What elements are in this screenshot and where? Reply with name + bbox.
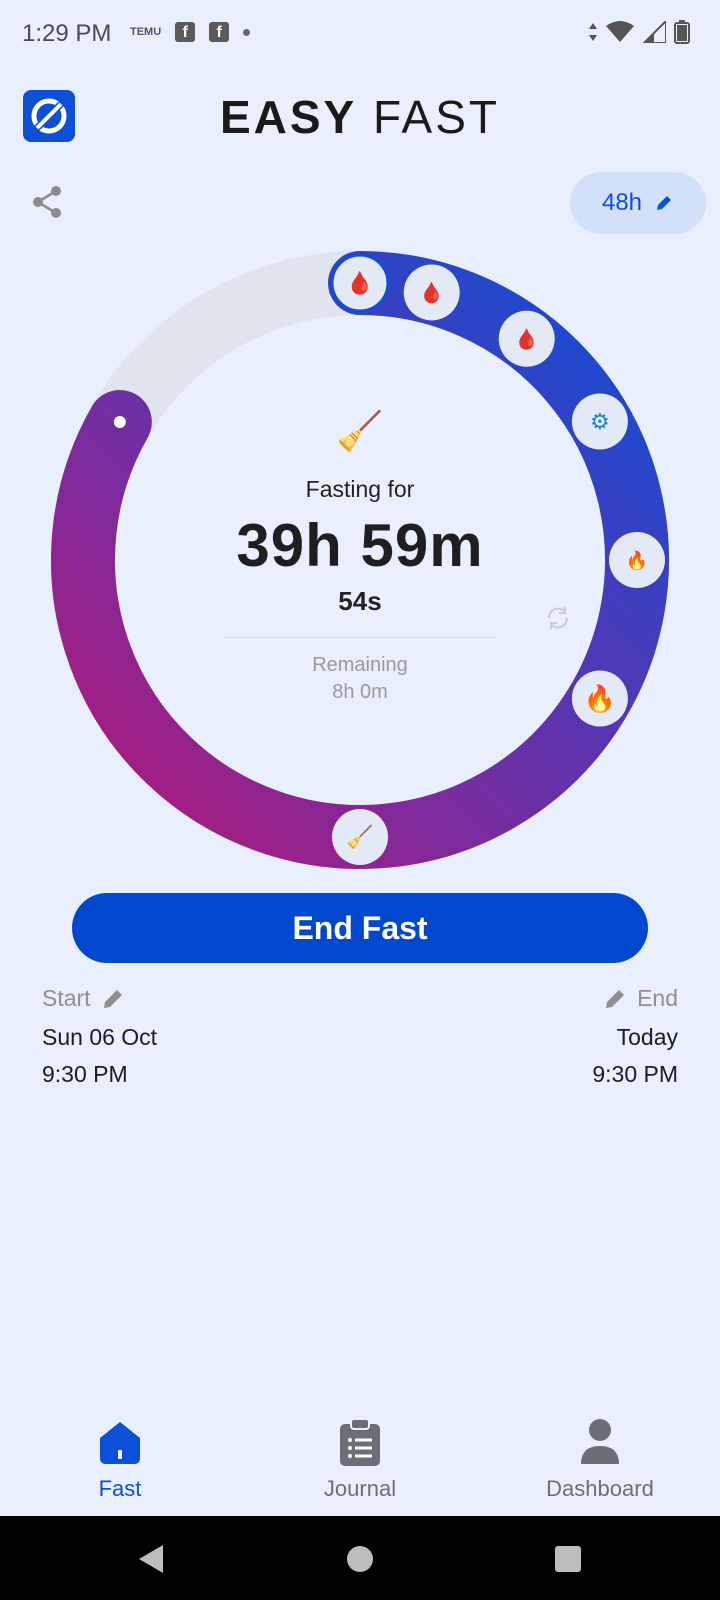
ring-handle[interactable] xyxy=(113,416,126,429)
remaining-value: 8h 0m xyxy=(332,681,388,703)
share-button[interactable] xyxy=(30,184,66,220)
start-section: Start Sun 06 Oct 9:30 PM xyxy=(42,985,157,1088)
fire-small-icon: 🔥 xyxy=(626,549,648,570)
battery-icon xyxy=(674,20,690,44)
stage-marker-broom-icon[interactable]: 🧹 xyxy=(332,809,388,865)
status-bar: 1:29 PM TEMU f f xyxy=(0,0,720,70)
bottom-nav: Fast Journal Dashboard xyxy=(0,1400,720,1515)
blood-sugar-rising-icon: 🩸 xyxy=(346,271,373,296)
facebook-icon: f xyxy=(209,22,230,42)
status-time: 1:29 PM xyxy=(22,20,112,47)
broom-icon: 🧹 xyxy=(346,825,373,850)
fast-target-button[interactable]: 48h xyxy=(570,172,706,234)
nav-item-fast[interactable]: Fast xyxy=(20,1416,220,1502)
home-circle-icon[interactable] xyxy=(345,1543,375,1575)
app-title-bold: EASY xyxy=(219,91,358,143)
edit-start-pencil-icon[interactable] xyxy=(101,987,125,1011)
elapsed-seconds: 54s xyxy=(338,586,382,616)
nav-label-fast: Fast xyxy=(98,1476,142,1501)
app-title-light: FAST xyxy=(373,91,501,143)
blood-sugar-normal-icon: 🩸 xyxy=(514,327,539,351)
fire-large-icon: 🔥 xyxy=(584,684,616,714)
dot-icon xyxy=(243,28,251,36)
end-label: End xyxy=(637,985,678,1011)
home-icon xyxy=(100,1422,140,1464)
system-icons xyxy=(588,20,690,44)
pencil-icon xyxy=(657,196,672,210)
gear-energy-icon: ⚙ xyxy=(590,409,610,434)
wifi-icon xyxy=(606,21,634,42)
end-fast-button[interactable]: End Fast xyxy=(72,893,648,963)
person-icon xyxy=(581,1419,619,1464)
clipboard-icon xyxy=(340,1418,380,1466)
nav-label-dashboard: Dashboard xyxy=(546,1476,654,1501)
stage-marker-fire-small-icon[interactable]: 🔥 xyxy=(609,532,665,588)
start-time[interactable]: 9:30 PM xyxy=(42,1061,157,1088)
notification-icons: TEMU f f xyxy=(130,22,251,42)
nav-item-journal[interactable]: Journal xyxy=(260,1416,460,1502)
broom-icon: 🧹 xyxy=(336,411,384,453)
refresh-icon[interactable] xyxy=(545,605,571,631)
stage-marker-gear-energy-icon[interactable]: ⚙ xyxy=(571,393,628,450)
remaining-label: Remaining xyxy=(312,654,408,676)
end-date[interactable]: Today xyxy=(592,1024,678,1051)
edit-end-pencil-icon[interactable] xyxy=(603,987,627,1011)
stage-marker-blood-sugar-rising-icon[interactable]: 🩸 xyxy=(330,253,390,313)
timer-display: 🧹 Fasting for 39h 59m 54s Remaining 8h 0… xyxy=(180,410,540,704)
stage-marker-fire-large-icon[interactable]: 🔥 xyxy=(571,670,628,727)
start-label: Start xyxy=(42,985,91,1011)
share-icon xyxy=(33,186,61,218)
elapsed-time: 39h 59m xyxy=(236,512,484,579)
temu-icon: TEMU xyxy=(130,26,162,38)
start-date[interactable]: Sun 06 Oct xyxy=(42,1024,157,1051)
nav-label-journal: Journal xyxy=(323,1476,397,1501)
back-icon[interactable] xyxy=(135,1543,165,1575)
app-title: EASY FAST xyxy=(0,90,720,144)
system-navigation-bar xyxy=(0,1516,720,1600)
nav-item-dashboard[interactable]: Dashboard xyxy=(500,1416,700,1502)
fast-target-label: 48h xyxy=(601,189,643,216)
facebook-icon: f xyxy=(175,22,196,42)
end-section: End Today 9:30 PM xyxy=(592,985,678,1088)
fasting-label: Fasting for xyxy=(305,476,415,502)
stage-marker-blood-sugar-normal-icon[interactable]: 🩸 xyxy=(498,310,555,367)
stage-marker-blood-sugar-falling-icon[interactable]: 🩸 xyxy=(403,264,460,321)
signal-icon xyxy=(642,21,666,43)
blood-sugar-falling-icon: 🩸 xyxy=(419,280,444,304)
recents-icon[interactable] xyxy=(553,1543,583,1575)
divider xyxy=(222,637,498,638)
end-time[interactable]: 9:30 PM xyxy=(592,1061,678,1088)
data-arrows-icon xyxy=(589,23,597,41)
